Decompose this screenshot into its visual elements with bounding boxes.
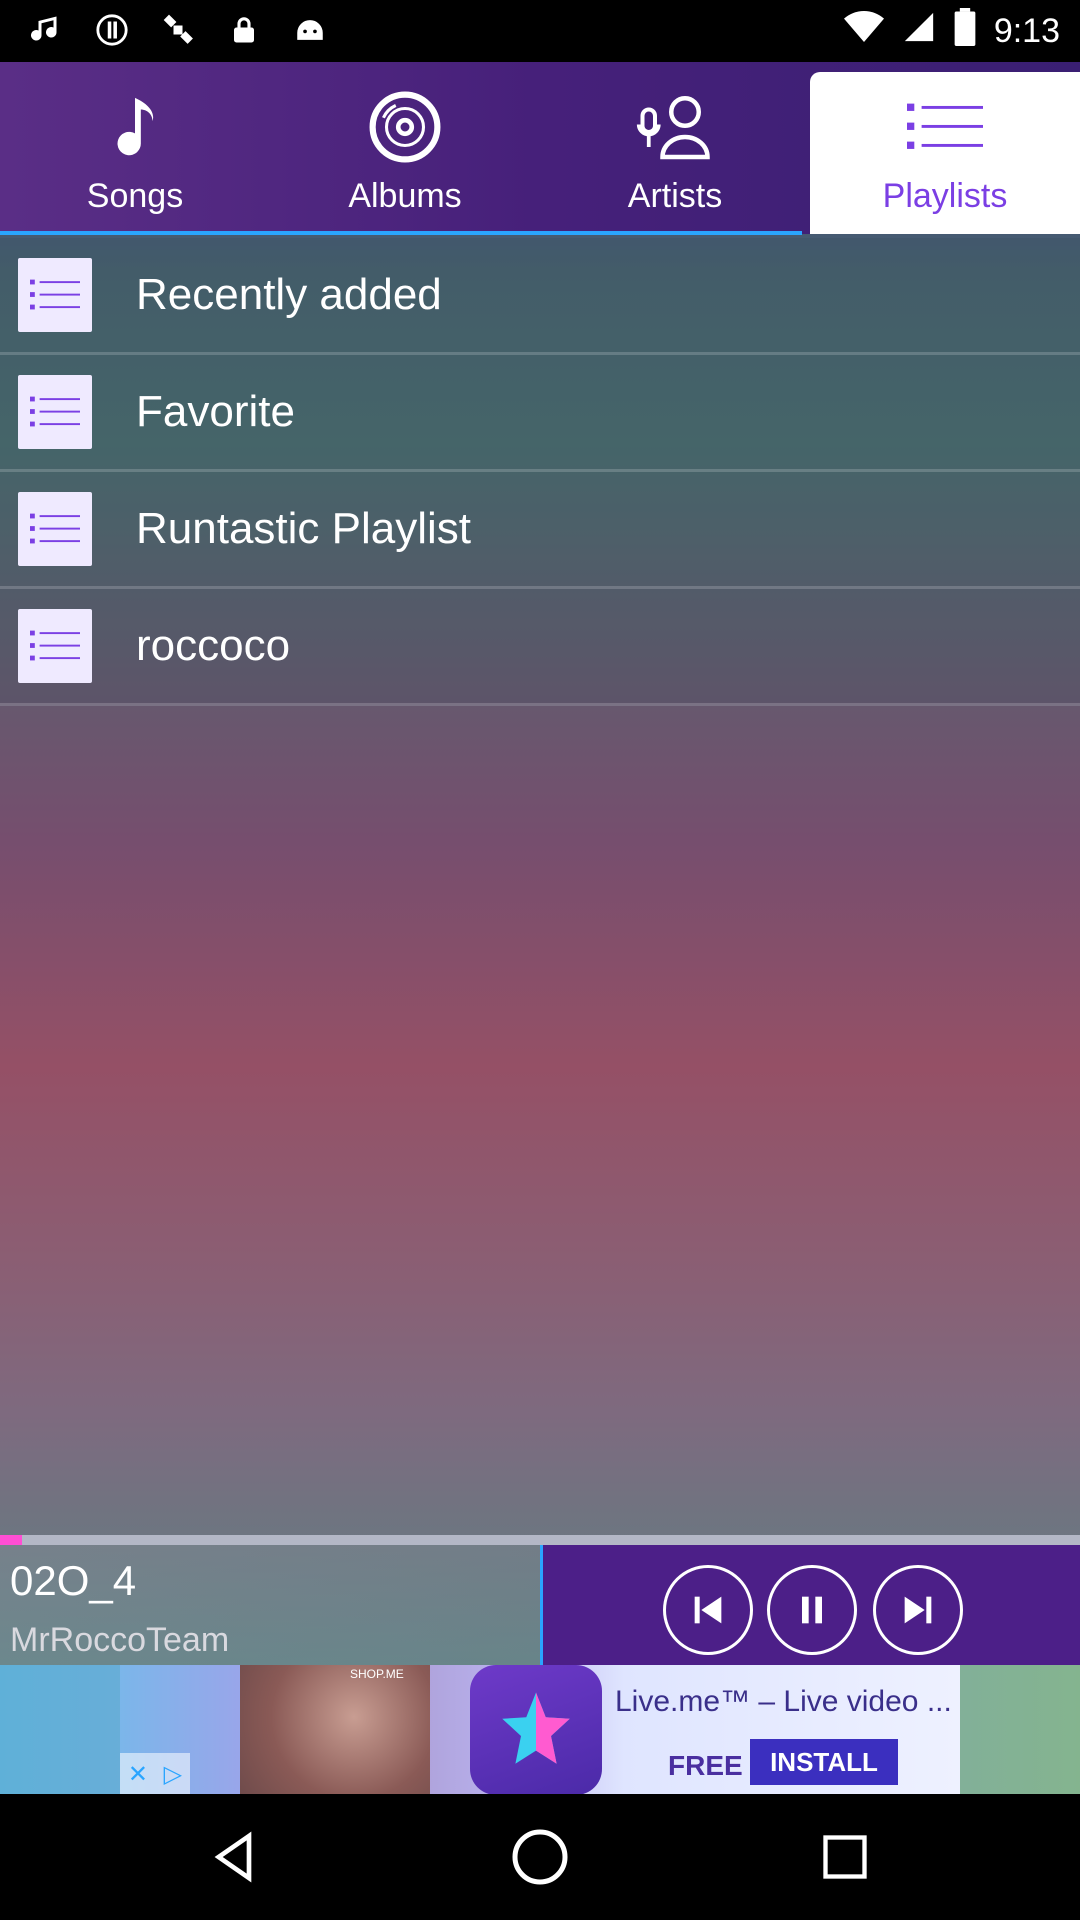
tab-playlists-label: Playlists [882, 177, 1008, 215]
playlist-list: Recently added Favorite Runtastic Playli… [0, 238, 1080, 706]
music-note-icon [95, 87, 175, 167]
ad-install-button[interactable]: INSTALL [750, 1739, 898, 1785]
tab-bar: Songs Albums Artists Playlists [0, 62, 1080, 235]
now-playing-artist: MrRoccoTeam [10, 1621, 230, 1659]
tab-songs[interactable]: Songs [0, 62, 270, 234]
microphone-person-icon [635, 87, 715, 167]
playback-controls [540, 1545, 1080, 1665]
skip-next-button[interactable] [873, 1565, 963, 1655]
list-item[interactable]: Recently added [0, 238, 1080, 355]
tab-artists[interactable]: Artists [540, 62, 810, 234]
tab-indicator [0, 231, 802, 235]
ad-title: Live.me™ – Live video ... [615, 1685, 952, 1718]
playlist-title: Recently added [136, 270, 442, 319]
list-icon [905, 87, 985, 167]
ad-choices-icon[interactable]: ▷ [164, 1760, 182, 1789]
battery-icon [954, 8, 976, 55]
ad-small-text: SHOP.ME [350, 1667, 404, 1681]
back-icon [214, 1831, 252, 1883]
alert-icon [92, 10, 132, 50]
pause-button[interactable] [767, 1565, 857, 1655]
music-note-icon [26, 10, 66, 50]
skip-previous-icon [694, 1596, 722, 1624]
ad-choices[interactable]: ✕ ▷ [120, 1753, 190, 1794]
list-item[interactable]: roccoco [0, 589, 1080, 706]
ad-content[interactable]: SHOP.ME Live.me™ – Live video ... FREE I… [120, 1665, 960, 1794]
wifi-icon [843, 10, 884, 53]
playback-progress-bar[interactable] [0, 1535, 1080, 1545]
tab-playlists[interactable]: Playlists [810, 72, 1080, 234]
tab-artists-label: Artists [627, 177, 723, 215]
home-icon [512, 1829, 568, 1885]
skip-previous-button[interactable] [663, 1565, 753, 1655]
satellite-icon [158, 10, 198, 50]
recents-icon [823, 1835, 867, 1879]
playlist-title: roccoco [136, 621, 291, 670]
status-bar: 9:13 [0, 0, 1080, 62]
ad-app-logo [470, 1665, 602, 1794]
signal-icon [902, 10, 936, 53]
back-button[interactable] [200, 1822, 270, 1892]
playlist-title: Runtastic Playlist [136, 504, 472, 553]
recents-button[interactable] [810, 1822, 880, 1892]
ad-free-label: FREE [668, 1750, 743, 1781]
tab-songs-label: Songs [86, 177, 184, 215]
system-nav-bar [0, 1794, 1080, 1920]
clock-text: 9:13 [993, 12, 1060, 50]
playlist-icon [18, 258, 92, 332]
progress-fill [0, 1535, 22, 1545]
playlist-title: Favorite [136, 387, 295, 436]
disc-icon [365, 87, 445, 167]
skip-next-icon [904, 1596, 932, 1624]
ad-image [240, 1665, 430, 1794]
close-icon[interactable]: ✕ [128, 1760, 148, 1789]
now-playing-title: 02O_4 [10, 1557, 137, 1604]
list-item[interactable]: Favorite [0, 355, 1080, 472]
tab-albums[interactable]: Albums [270, 62, 540, 234]
playlist-icon [18, 492, 92, 566]
playlist-icon [18, 375, 92, 449]
android-icon [290, 10, 330, 50]
ad-banner[interactable]: SHOP.ME Live.me™ – Live video ... FREE I… [0, 1665, 1080, 1794]
list-item[interactable]: Runtastic Playlist [0, 472, 1080, 589]
app-screen: Songs Albums Artists Playlists Recently … [0, 62, 1080, 1794]
lock-icon [224, 10, 264, 50]
pause-icon [802, 1596, 822, 1624]
playlist-icon [18, 609, 92, 683]
home-button[interactable] [505, 1822, 575, 1892]
tab-albums-label: Albums [348, 177, 462, 215]
